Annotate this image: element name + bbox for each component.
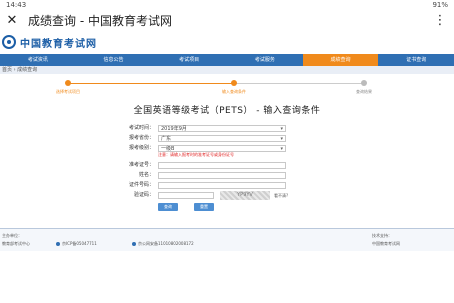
progress-steps: 选择考试项目 输入查询条件 查询结果 <box>0 78 454 98</box>
main-navigation: 考试资讯 信息公告 考试项目 考试服务 成绩查询 证书查询 <box>0 54 454 66</box>
field-label: 报考级别： <box>128 145 154 151</box>
ticket-number-input[interactable] <box>158 162 286 169</box>
more-icon[interactable]: ⋮ <box>430 13 450 28</box>
badge-icon <box>56 242 60 246</box>
name-row: 姓名： <box>0 171 454 180</box>
refresh-captcha-link[interactable]: 看不清? <box>274 191 288 200</box>
ticket-row: 准考证号： <box>0 161 454 170</box>
footer-police-record: 京公网安备11010802008172 <box>132 241 194 247</box>
reset-button[interactable]: 重置 <box>194 203 214 211</box>
step-dot <box>65 80 71 86</box>
clock: 14:43 <box>6 1 27 9</box>
logo-text: 中国教育考试网 <box>20 38 97 50</box>
exam-time-select[interactable]: 2019年9月 ▾ <box>158 125 286 132</box>
footer-icp: 京ICP备05047711 <box>56 241 97 247</box>
step-label: 输入查询条件 <box>222 89 246 94</box>
step-dot-pending <box>361 80 367 86</box>
submit-button[interactable]: 查询 <box>158 203 178 211</box>
id-row: 证件号码： <box>0 181 454 190</box>
captcha-input[interactable] <box>158 192 214 199</box>
site-logo[interactable]: 中国教育考试网 <box>2 34 97 50</box>
field-label: 姓名： <box>138 172 154 178</box>
battery-level: 91% <box>432 1 448 9</box>
field-label: 考试时间： <box>128 125 154 131</box>
close-icon[interactable]: ✕ <box>2 13 22 28</box>
field-label: 报考省份： <box>128 135 154 141</box>
captcha-image[interactable]: YP9YV <box>220 191 270 200</box>
captcha-row: 验证码： YP9YV 看不清? <box>0 191 454 200</box>
level-select[interactable]: 一级B ▾ <box>158 145 286 152</box>
status-bar: 14:43 91% <box>0 0 454 10</box>
footer-host-label: 主办单位： <box>2 233 22 238</box>
page-title: 成绩查询 - 中国教育考试网 <box>28 13 172 28</box>
exam-time-row: 考试时间： 2019年9月 ▾ <box>0 124 454 133</box>
chevron-down-icon: ▾ <box>280 126 283 132</box>
emblem-icon <box>2 35 16 49</box>
field-label: 准考证号： <box>128 162 154 168</box>
notice-text: 注意：请输入报考时的准考证号或身份证号 <box>158 152 234 157</box>
field-label: 验证码： <box>133 192 154 198</box>
badge-icon <box>132 242 136 246</box>
province-select[interactable]: 广东 ▾ <box>158 135 286 142</box>
breadcrumb: 首页 › 成绩查询 <box>0 66 454 74</box>
chevron-down-icon: ▾ <box>280 136 283 142</box>
field-label: 证件号码： <box>128 182 154 188</box>
province-row: 报考省份： 广东 ▾ <box>0 134 454 143</box>
step-line <box>68 83 234 84</box>
footer: 主办单位： 教育部考试中心 京ICP备05047711 京公网安备1101080… <box>0 228 454 251</box>
footer-support-label: 技术支持： <box>372 233 392 238</box>
nav-item[interactable]: 信息公告 <box>76 54 152 66</box>
nav-item[interactable]: 考试资讯 <box>0 54 76 66</box>
step-label: 查询结果 <box>356 89 372 94</box>
form-heading: 全国英语等级考试（PETS） - 输入查询条件 <box>133 106 321 116</box>
footer-support: 中国教育考试网 <box>372 241 400 246</box>
nav-item-active[interactable]: 成绩查询 <box>302 54 379 66</box>
browser-title-bar: ✕ 成绩查询 - 中国教育考试网 ⋮ <box>0 10 454 30</box>
step-dot <box>231 80 237 86</box>
footer-host: 教育部考试中心 <box>2 241 30 246</box>
nav-item[interactable]: 证书查询 <box>378 54 454 66</box>
id-number-input[interactable] <box>158 182 286 189</box>
name-input[interactable] <box>158 172 286 179</box>
nav-item[interactable]: 考试项目 <box>151 54 227 66</box>
step-line-pending <box>234 83 364 84</box>
step-label: 选择考试项目 <box>56 89 80 94</box>
nav-item[interactable]: 考试服务 <box>227 54 303 66</box>
